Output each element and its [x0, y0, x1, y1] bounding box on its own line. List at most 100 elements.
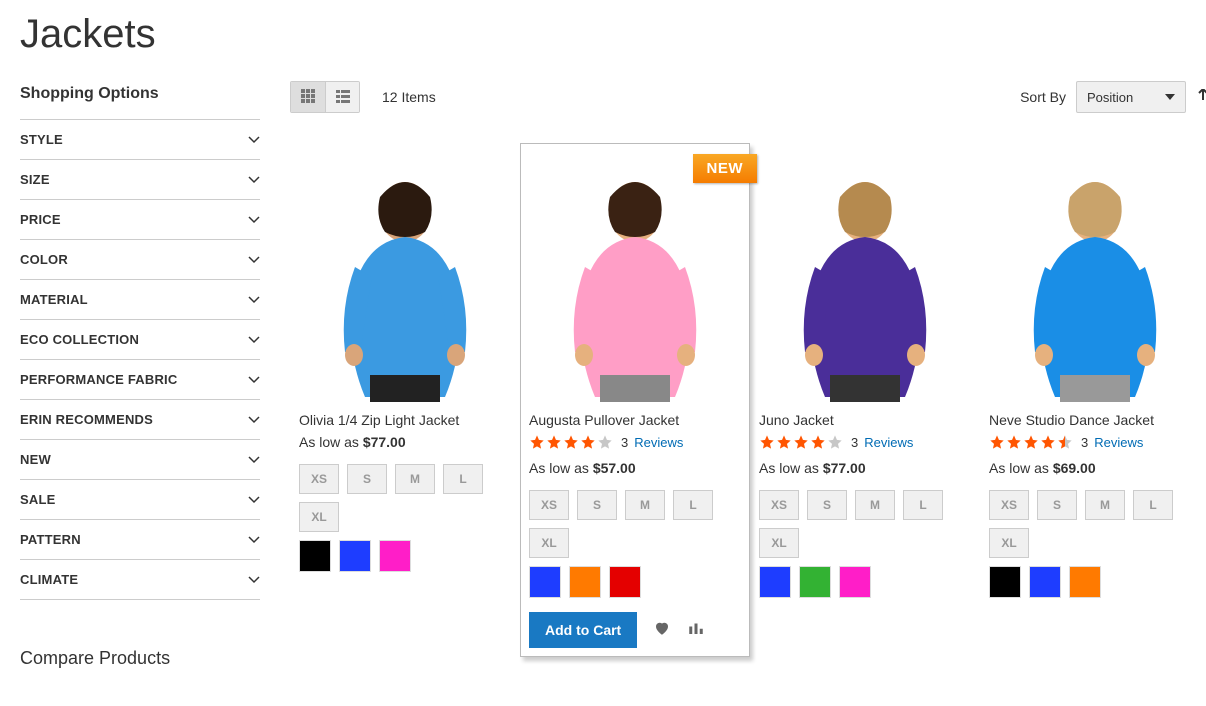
wishlist-icon[interactable] [653, 619, 671, 642]
size-swatch-xl[interactable]: XL [989, 528, 1029, 558]
size-swatch-l[interactable]: L [1133, 490, 1173, 520]
color-swatch[interactable] [339, 540, 371, 572]
filter-label: SALE [20, 492, 55, 507]
filter-style[interactable]: STYLE [20, 119, 260, 159]
grid-icon [300, 88, 316, 107]
size-swatches: XS SML XL [529, 490, 741, 558]
chevron-down-icon [248, 454, 260, 466]
main-content: 12 Items Sort By Position Olivia 1/4 Zip… [290, 77, 1206, 669]
chevron-down-icon [248, 254, 260, 266]
filter-sale[interactable]: SALE [20, 479, 260, 519]
filter-label: NEW [20, 452, 51, 467]
product-image[interactable] [299, 152, 511, 402]
chevron-down-icon [248, 174, 260, 186]
size-swatches: XS SML XL [989, 490, 1201, 558]
star-icon [759, 434, 775, 450]
filter-climate[interactable]: CLIMATE [20, 559, 260, 600]
compare-icon[interactable] [687, 619, 705, 642]
color-swatch[interactable] [609, 566, 641, 598]
size-swatch-s[interactable]: S [807, 490, 847, 520]
product-image[interactable] [759, 152, 971, 402]
color-swatch[interactable] [379, 540, 411, 572]
star-icon [1023, 434, 1039, 450]
product-name-link[interactable]: Juno Jacket [759, 412, 971, 428]
size-swatch-s[interactable]: S [577, 490, 617, 520]
color-swatch[interactable] [759, 566, 791, 598]
reviews-link[interactable]: 3Reviews [851, 435, 913, 450]
rating-row: 3Reviews [529, 434, 741, 450]
size-swatch-l[interactable]: L [443, 464, 483, 494]
toolbar: 12 Items Sort By Position [290, 77, 1206, 113]
size-swatch-l[interactable]: L [673, 490, 713, 520]
size-swatches: XS SML XL [759, 490, 971, 558]
color-swatch[interactable] [799, 566, 831, 598]
size-swatch-m[interactable]: M [855, 490, 895, 520]
star-icon [580, 434, 596, 450]
chevron-down-icon [248, 374, 260, 386]
chevron-down-icon [248, 214, 260, 226]
product-image[interactable] [989, 152, 1201, 402]
color-swatches [299, 540, 511, 572]
sort-select[interactable]: Position [1076, 81, 1186, 113]
filter-erin-recommends[interactable]: ERIN RECOMMENDS [20, 399, 260, 439]
product-name-link[interactable]: Augusta Pullover Jacket [529, 412, 741, 428]
size-swatch-l[interactable]: L [903, 490, 943, 520]
size-swatch-m[interactable]: M [1085, 490, 1125, 520]
color-swatch[interactable] [1029, 566, 1061, 598]
chevron-down-icon [248, 134, 260, 146]
list-view-button[interactable] [325, 82, 359, 112]
filter-size[interactable]: SIZE [20, 159, 260, 199]
color-swatches [989, 566, 1201, 598]
filter-label: STYLE [20, 132, 63, 147]
filter-color[interactable]: COLOR [20, 239, 260, 279]
star-icon [597, 434, 613, 450]
reviews-link[interactable]: 3Reviews [1081, 435, 1143, 450]
filter-new[interactable]: NEW [20, 439, 260, 479]
size-swatch-xl[interactable]: XL [299, 502, 339, 532]
new-badge: NEW [693, 154, 758, 183]
reviews-link[interactable]: 3Reviews [621, 435, 683, 450]
size-swatch-xs[interactable]: XS [299, 464, 339, 494]
add-to-cart-button[interactable]: Add to Cart [529, 612, 637, 648]
filter-label: CLIMATE [20, 572, 78, 587]
filter-performance-fabric[interactable]: PERFORMANCE FABRIC [20, 359, 260, 399]
color-swatch[interactable] [1069, 566, 1101, 598]
size-swatch-xs[interactable]: XS [989, 490, 1029, 520]
color-swatch[interactable] [299, 540, 331, 572]
filter-pattern[interactable]: PATTERN [20, 519, 260, 559]
size-swatch-xl[interactable]: XL [529, 528, 569, 558]
color-swatch[interactable] [569, 566, 601, 598]
sort-direction-button[interactable] [1196, 89, 1206, 106]
compare-products-title: Compare Products [20, 648, 260, 669]
color-swatch[interactable] [529, 566, 561, 598]
star-icon [529, 434, 545, 450]
product-name-link[interactable]: Neve Studio Dance Jacket [989, 412, 1201, 428]
item-count: 12 Items [382, 89, 436, 105]
filter-eco-collection[interactable]: ECO COLLECTION [20, 319, 260, 359]
chevron-down-icon [248, 334, 260, 346]
size-swatch-m[interactable]: M [625, 490, 665, 520]
filter-material[interactable]: MATERIAL [20, 279, 260, 319]
size-swatch-s[interactable]: S [347, 464, 387, 494]
filter-price[interactable]: PRICE [20, 199, 260, 239]
chevron-down-icon [248, 534, 260, 546]
star-icon [1057, 434, 1073, 450]
product-name-link[interactable]: Olivia 1/4 Zip Light Jacket [299, 412, 511, 428]
size-swatch-s[interactable]: S [1037, 490, 1077, 520]
shopping-options-title: Shopping Options [20, 77, 260, 119]
star-icon [563, 434, 579, 450]
size-swatch-xs[interactable]: XS [759, 490, 799, 520]
color-swatch[interactable] [839, 566, 871, 598]
filter-label: ECO COLLECTION [20, 332, 139, 347]
grid-view-button[interactable] [291, 82, 325, 112]
star-icon [1006, 434, 1022, 450]
price: As low as $77.00 [299, 434, 511, 450]
sorter: Sort By Position [1020, 81, 1206, 113]
color-swatch[interactable] [989, 566, 1021, 598]
size-swatch-xs[interactable]: XS [529, 490, 569, 520]
size-swatch-xl[interactable]: XL [759, 528, 799, 558]
size-swatch-m[interactable]: M [395, 464, 435, 494]
star-rating [529, 434, 613, 450]
product-image[interactable] [529, 152, 741, 402]
list-icon [335, 88, 351, 107]
